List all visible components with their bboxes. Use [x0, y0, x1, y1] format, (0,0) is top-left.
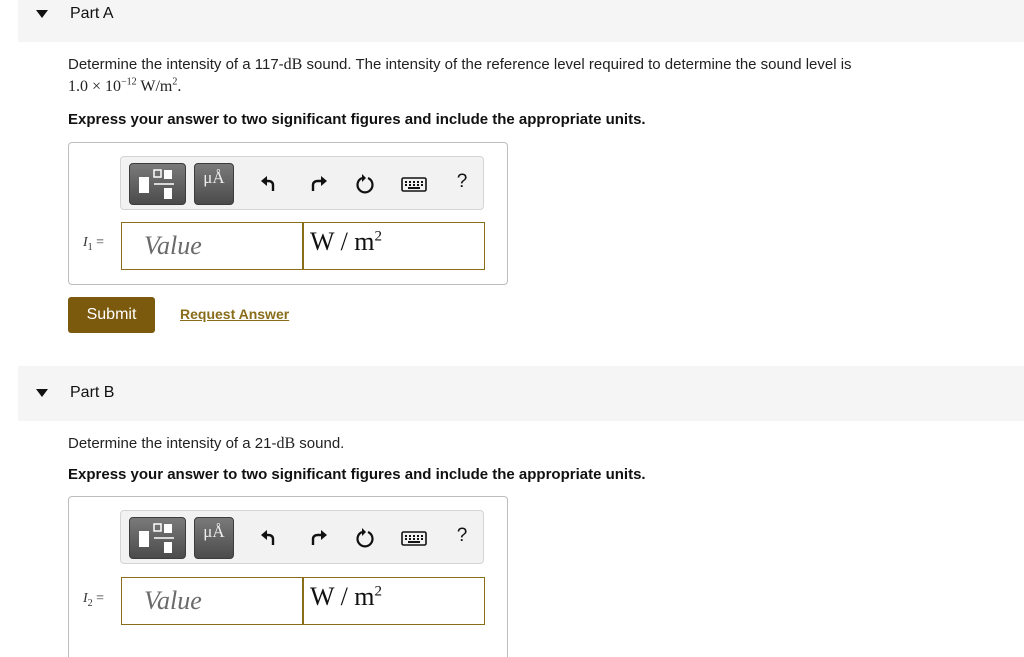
keyboard-icon[interactable] [401, 527, 427, 549]
part-a-title: Part A [70, 5, 114, 22]
part-b-header[interactable]: Part B [18, 366, 1024, 421]
collapse-caret-icon[interactable] [36, 10, 48, 18]
undo-icon[interactable] [259, 173, 281, 195]
part-b-question: Determine the intensity of a 21-dB sound… [68, 435, 345, 452]
answer-variable-label: I1 = [83, 235, 105, 253]
part-a-header[interactable]: Part A [18, 0, 1024, 42]
reset-icon[interactable] [354, 527, 376, 549]
redo-icon[interactable] [307, 173, 329, 195]
part-a-answer-box: μÅ ? I1 = W / m2 [68, 142, 508, 285]
unit-input[interactable]: W / m2 [303, 222, 485, 270]
request-answer-link[interactable]: Request Answer [180, 306, 289, 322]
value-input[interactable] [121, 577, 303, 625]
part-a-question: Determine the intensity of a 117-dB soun… [68, 56, 852, 95]
part-b-answer-box: μÅ ? I2 = W / m2 [68, 496, 508, 657]
value-input[interactable] [121, 222, 303, 270]
keyboard-icon[interactable] [401, 173, 427, 195]
units-button[interactable]: μÅ [194, 163, 234, 205]
undo-icon[interactable] [259, 527, 281, 549]
templates-button[interactable] [129, 517, 186, 559]
unit-input[interactable]: W / m2 [303, 577, 485, 625]
fraction-template-icon [139, 169, 174, 199]
templates-button[interactable] [129, 163, 186, 205]
part-b-instruction: Express your answer to two significant f… [68, 466, 646, 483]
units-button[interactable]: μÅ [194, 517, 234, 559]
redo-icon[interactable] [307, 527, 329, 549]
help-button[interactable]: ? [451, 171, 473, 193]
math-toolbar: μÅ ? [120, 156, 484, 210]
submit-button[interactable]: Submit [68, 297, 155, 333]
help-button[interactable]: ? [451, 525, 473, 547]
part-a-instruction: Express your answer to two significant f… [68, 111, 646, 128]
answer-variable-label: I2 = [83, 591, 105, 609]
reset-icon[interactable] [354, 173, 376, 195]
reference-intensity: 1.0 × 10−12 W/m2. [68, 76, 182, 95]
part-b-title: Part B [70, 384, 115, 401]
units-label: μÅ [203, 168, 225, 187]
collapse-caret-icon[interactable] [36, 389, 48, 397]
math-toolbar: μÅ ? [120, 510, 484, 564]
units-label: μÅ [203, 522, 225, 541]
fraction-template-icon [139, 523, 174, 553]
